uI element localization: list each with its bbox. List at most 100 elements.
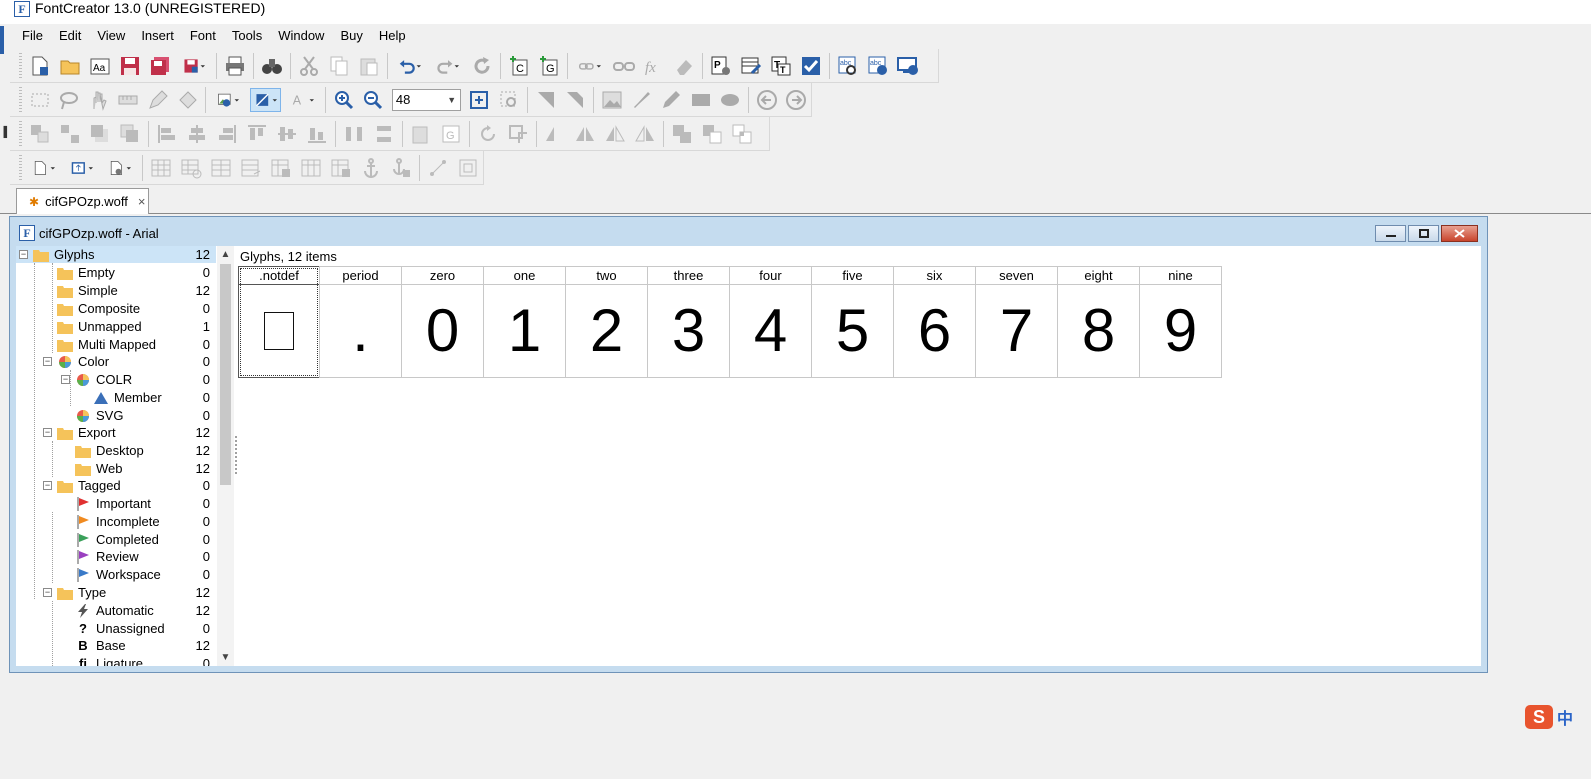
mirror-left-icon[interactable] <box>603 122 627 146</box>
tree-item-glyphs[interactable]: − Glyphs 12 <box>16 246 216 263</box>
insert-glyph-icon[interactable]: G <box>537 54 561 78</box>
tree-item-automatic[interactable]: Automatic 12 <box>16 602 216 619</box>
table-rows-icon[interactable] <box>209 156 233 180</box>
hand-pan-icon[interactable] <box>87 88 111 112</box>
tree-item-ligature[interactable]: fi Ligature 0 <box>16 655 216 666</box>
menu-help[interactable]: Help <box>371 26 414 46</box>
table-insert-icon[interactable] <box>239 156 263 180</box>
collapse-toggle-icon[interactable]: − <box>43 481 52 490</box>
subtract-icon[interactable] <box>700 122 724 146</box>
align-center-icon[interactable] <box>185 122 209 146</box>
glyph-cell-notdef[interactable]: .notdef <box>238 266 320 378</box>
distribute-vertical-icon[interactable] <box>372 122 396 146</box>
cut-corner-icon[interactable] <box>563 88 587 112</box>
glyph-cell-one[interactable]: one 1 <box>483 266 566 378</box>
menu-font[interactable]: Font <box>182 26 224 46</box>
tree-item-completed[interactable]: Completed 0 <box>16 531 216 548</box>
save-as-font-icon[interactable] <box>178 54 210 78</box>
mirror-right-icon[interactable] <box>633 122 657 146</box>
glyph-cell-eight[interactable]: eight 8 <box>1057 266 1140 378</box>
find-binoculars-icon[interactable] <box>260 54 284 78</box>
collapse-toggle-icon[interactable]: − <box>19 250 28 259</box>
glyph-reference-icon[interactable]: G <box>439 122 463 146</box>
group-icon[interactable] <box>28 122 52 146</box>
tree-item-base[interactable]: B Base 12 <box>16 637 216 654</box>
rectangle-select-icon[interactable] <box>28 88 52 112</box>
fill-mode-icon[interactable] <box>249 87 282 112</box>
toolbar-grip[interactable] <box>19 120 22 147</box>
glyph-cell-five[interactable]: five 5 <box>811 266 894 378</box>
align-left-icon[interactable] <box>155 122 179 146</box>
tree-item-unassigned[interactable]: ? Unassigned 0 <box>16 620 216 637</box>
restore-button[interactable] <box>1408 225 1439 242</box>
tree-item-simple[interactable]: Simple 12 <box>16 282 216 299</box>
collapse-toggle-icon[interactable]: − <box>43 357 52 366</box>
frame-icon[interactable] <box>456 156 480 180</box>
table-locked-columns-icon[interactable] <box>329 156 353 180</box>
font-properties-icon[interactable]: P <box>709 54 733 78</box>
zoom-selection-icon[interactable] <box>497 88 521 112</box>
previous-arrow-icon[interactable] <box>755 88 779 112</box>
table-columns-icon[interactable] <box>299 156 323 180</box>
open-folder-icon[interactable] <box>58 54 82 78</box>
glyph-cell-zero[interactable]: zero 0 <box>401 266 484 378</box>
mirror-horizontal-icon[interactable] <box>573 122 597 146</box>
eraser-icon[interactable] <box>672 54 696 78</box>
ungroup-icon[interactable] <box>58 122 82 146</box>
tree-item-color[interactable]: − Color 0 <box>16 353 216 370</box>
cut-icon[interactable] <box>297 54 321 78</box>
edit-table-icon[interactable] <box>739 54 763 78</box>
tree-item-unmapped[interactable]: Unmapped 1 <box>16 318 216 335</box>
align-right-icon[interactable] <box>215 122 239 146</box>
link-icon[interactable] <box>574 54 606 78</box>
minimize-button[interactable] <box>1375 225 1406 242</box>
measure-icon[interactable] <box>117 88 141 112</box>
ime-indicator[interactable]: S 中 <box>1525 704 1591 730</box>
table-lock-icon[interactable] <box>269 156 293 180</box>
chevron-down-icon[interactable]: ▼ <box>217 649 234 666</box>
tree-item-svg[interactable]: SVG 0 <box>16 407 216 424</box>
tree-item-member[interactable]: Member 0 <box>16 389 216 406</box>
page-settings-dropdown-icon[interactable] <box>104 156 136 180</box>
close-window-button[interactable] <box>1441 225 1478 242</box>
web-preview-icon[interactable]: abc <box>866 54 890 78</box>
tree-item-workspace[interactable]: Workspace 0 <box>16 566 216 583</box>
install-font-icon[interactable] <box>896 54 920 78</box>
tree-item-type[interactable]: − Type 12 <box>16 584 216 601</box>
tree-item-desktop[interactable]: Desktop 12 <box>16 442 216 459</box>
font-window-titlebar[interactable]: F cifGPOzp.woff - Arial <box>10 217 1487 246</box>
undo-icon[interactable] <box>394 54 426 78</box>
union-icon[interactable] <box>670 122 694 146</box>
glyph-cell-nine[interactable]: nine 9 <box>1139 266 1222 378</box>
tree-item-tagged[interactable]: − Tagged 0 <box>16 477 216 494</box>
paste-icon[interactable] <box>357 54 381 78</box>
save-all-icon[interactable] <box>148 54 172 78</box>
tree-item-incomplete[interactable]: Incomplete 0 <box>16 513 216 530</box>
tree-item-multi-mapped[interactable]: Multi Mapped 0 <box>16 336 216 353</box>
copy-icon[interactable] <box>327 54 351 78</box>
grid-table-icon[interactable] <box>149 156 173 180</box>
paint-bucket-icon[interactable] <box>176 88 200 112</box>
ellipse-shape-icon[interactable] <box>718 88 742 112</box>
tree-item-web[interactable]: Web 12 <box>16 460 216 477</box>
menu-buy[interactable]: Buy <box>332 26 370 46</box>
menu-view[interactable]: View <box>89 26 133 46</box>
toolbar-grip[interactable] <box>19 52 22 79</box>
unlink-icon[interactable] <box>612 54 636 78</box>
flip-horizontal-icon[interactable] <box>543 122 567 146</box>
glyph-cell-four[interactable]: four 4 <box>729 266 812 378</box>
paste-special-icon[interactable] <box>409 122 433 146</box>
tree-item-colr[interactable]: − COLR 0 <box>16 371 216 388</box>
function-fx-icon[interactable]: fx <box>642 54 666 78</box>
node-path-icon[interactable] <box>426 156 450 180</box>
toolbar-grip[interactable] <box>19 154 22 181</box>
collapse-toggle-icon[interactable]: − <box>61 375 70 384</box>
document-tab[interactable]: ✱ cifGPOzp.woff × <box>16 188 149 214</box>
tree-item-empty[interactable]: Empty 0 <box>16 264 216 281</box>
bring-front-icon[interactable] <box>88 122 112 146</box>
metrics-dropdown-icon[interactable] <box>66 156 98 180</box>
zoom-in-icon[interactable] <box>332 88 356 112</box>
chevron-up-icon[interactable]: ▲ <box>217 246 234 263</box>
tree-item-export[interactable]: − Export 12 <box>16 424 216 441</box>
zoom-out-icon[interactable] <box>361 88 385 112</box>
